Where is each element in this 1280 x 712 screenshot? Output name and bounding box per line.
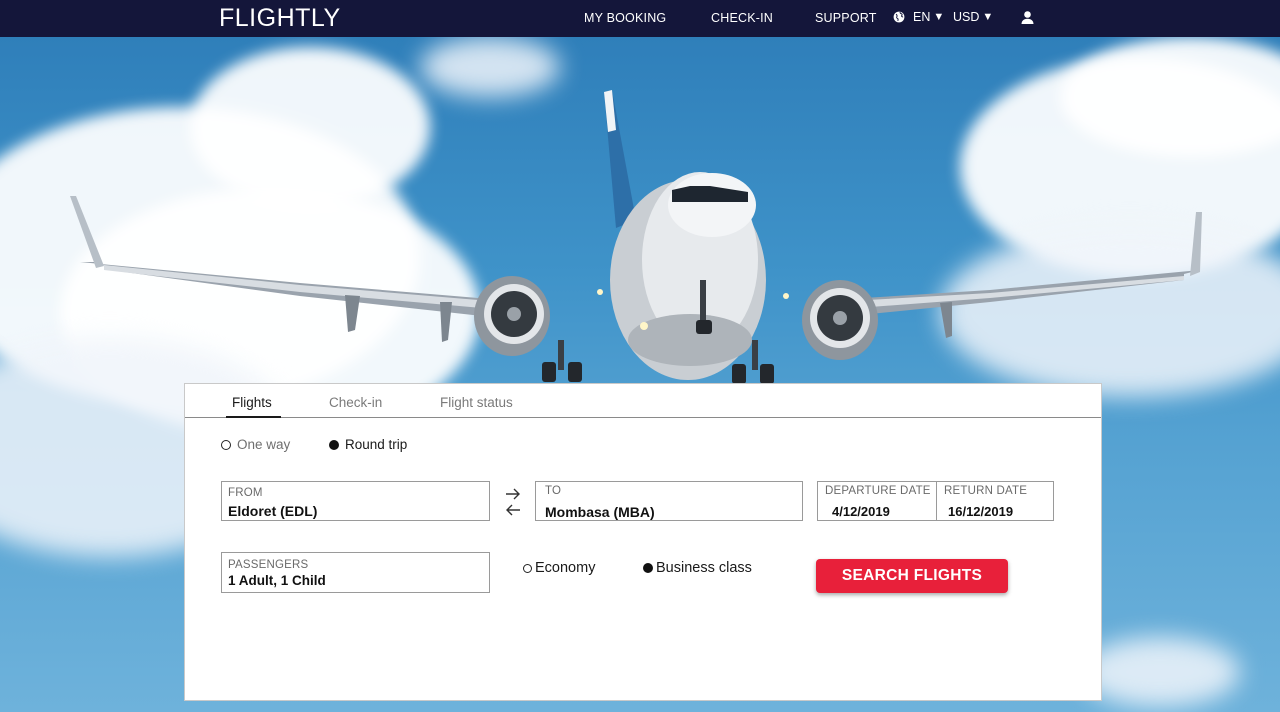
economy-label: Economy bbox=[535, 560, 596, 576]
nav-my-booking[interactable]: MY BOOKING bbox=[584, 11, 666, 25]
date-selector: DEPARTURE DATE 4/12/2019 RETURN DATE 16/… bbox=[817, 481, 1054, 521]
return-date-value: 16/12/2019 bbox=[948, 504, 1014, 519]
to-label: TO bbox=[545, 485, 562, 497]
round-trip-radio[interactable]: Round trip bbox=[329, 437, 407, 452]
user-icon[interactable] bbox=[1020, 10, 1035, 25]
radio-unselected-icon bbox=[523, 563, 532, 573]
caret-down-icon: ▼ bbox=[933, 11, 945, 23]
tab-check-in[interactable]: Check-in bbox=[329, 395, 382, 410]
caret-down-icon: ▼ bbox=[982, 11, 994, 23]
currency-selector[interactable]: USD ▼ bbox=[953, 10, 993, 24]
departure-date-label: DEPARTURE DATE bbox=[825, 485, 931, 497]
departure-date-value: 4/12/2019 bbox=[832, 504, 890, 519]
tab-flights[interactable]: Flights bbox=[232, 395, 272, 410]
from-value: Eldoret (EDL) bbox=[228, 503, 318, 519]
search-flights-button[interactable]: SEARCH FLIGHTS bbox=[816, 559, 1008, 593]
swap-arrows-icon[interactable] bbox=[503, 486, 523, 518]
top-navigation-bar: FLIGHTLY MY BOOKING CHECK-IN SUPPORT EN … bbox=[0, 0, 1280, 37]
tab-flight-status[interactable]: Flight status bbox=[440, 395, 513, 410]
globe-icon[interactable] bbox=[893, 11, 905, 23]
brand-logo[interactable]: FLIGHTLY bbox=[219, 4, 341, 33]
to-field[interactable]: TO Mombasa (MBA) bbox=[535, 481, 803, 521]
return-date-label: RETURN DATE bbox=[944, 485, 1028, 497]
booking-panel: Flights Check-in Flight status bbox=[184, 383, 1102, 701]
language-label: EN bbox=[913, 10, 931, 24]
radio-unselected-icon bbox=[221, 439, 231, 450]
passengers-label: PASSENGERS bbox=[228, 559, 309, 571]
airplane-image bbox=[70, 90, 1202, 384]
language-selector[interactable]: EN ▼ bbox=[913, 10, 944, 24]
departure-date-field[interactable]: DEPARTURE DATE 4/12/2019 bbox=[818, 482, 936, 520]
currency-label: USD bbox=[953, 10, 980, 24]
return-date-field[interactable]: RETURN DATE 16/12/2019 bbox=[936, 482, 1053, 520]
economy-radio[interactable]: Economy bbox=[523, 560, 595, 576]
nav-support[interactable]: SUPPORT bbox=[815, 11, 877, 25]
one-way-radio[interactable]: One way bbox=[221, 437, 290, 452]
business-class-label: Business class bbox=[656, 560, 752, 576]
from-field[interactable]: FROM Eldoret (EDL) bbox=[221, 481, 490, 521]
active-tab-indicator bbox=[226, 416, 281, 418]
one-way-label: One way bbox=[237, 437, 291, 452]
radio-selected-icon bbox=[329, 439, 339, 450]
radio-selected-icon bbox=[643, 563, 653, 573]
passengers-value: 1 Adult, 1 Child bbox=[228, 573, 326, 588]
business-class-radio[interactable]: Business class bbox=[643, 560, 752, 576]
booking-tabs: Flights Check-in Flight status bbox=[185, 384, 1101, 418]
to-value: Mombasa (MBA) bbox=[545, 504, 655, 520]
nav-check-in[interactable]: CHECK-IN bbox=[711, 11, 773, 25]
passengers-field[interactable]: PASSENGERS 1 Adult, 1 Child bbox=[221, 552, 490, 593]
round-trip-label: Round trip bbox=[345, 437, 408, 452]
from-label: FROM bbox=[228, 487, 263, 499]
